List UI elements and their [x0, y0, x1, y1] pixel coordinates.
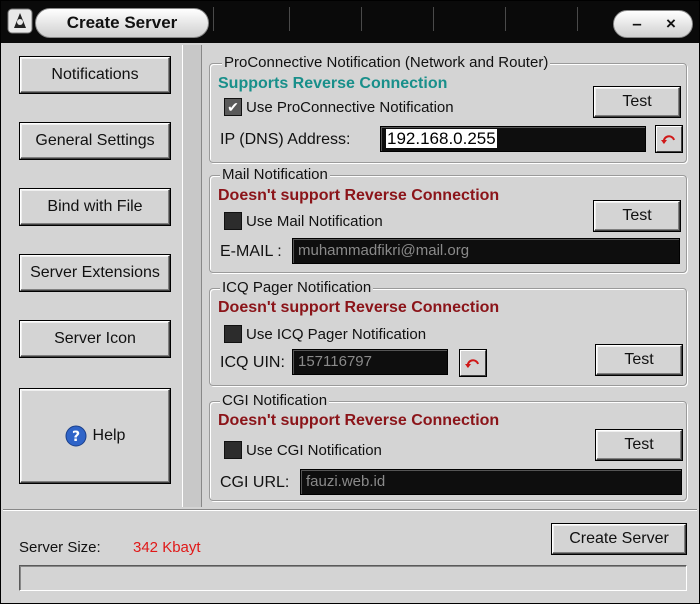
- titlebar-divider: [577, 7, 578, 31]
- icq-refresh-button[interactable]: [460, 350, 486, 376]
- titlebar-divider: [289, 7, 290, 31]
- window-title: Create Server: [35, 8, 209, 38]
- titlebar-divider: [361, 7, 362, 31]
- proconnective-test-button[interactable]: Test: [594, 87, 680, 117]
- help-label: Help: [92, 427, 126, 444]
- vertical-splitter[interactable]: [182, 45, 202, 507]
- mail-status: Doesn't support Reverse Connection: [218, 187, 500, 204]
- cgi-status: Doesn't support Reverse Connection: [218, 412, 500, 429]
- icq-checkbox-label: Use ICQ Pager Notification: [246, 325, 427, 343]
- icq-group: ICQ Pager Notification Doesn't support R…: [209, 279, 687, 386]
- cgi-url-label: CGI URL:: [220, 474, 290, 491]
- window-controls: – ×: [613, 10, 693, 38]
- cgi-title: CGI Notification: [220, 392, 330, 410]
- checkmark-icon[interactable]: ✔: [224, 98, 242, 116]
- icq-checkbox[interactable]: [224, 325, 242, 343]
- proconnective-checkbox-label: Use ProConnective Notification: [246, 98, 454, 116]
- icq-status: Doesn't support Reverse Connection: [218, 299, 500, 316]
- icq-title: ICQ Pager Notification: [220, 279, 374, 297]
- email-input[interactable]: muhammadfikri@mail.org: [292, 238, 680, 264]
- cgi-group: CGI Notification Doesn't support Reverse…: [209, 392, 687, 501]
- refresh-arrow-icon: [661, 135, 675, 144]
- general-settings-button[interactable]: General Settings: [20, 123, 170, 159]
- ip-address-label: IP (DNS) Address:: [220, 131, 351, 148]
- icq-checkbox-row[interactable]: Use ICQ Pager Notification: [224, 324, 426, 344]
- mail-checkbox-label: Use Mail Notification: [246, 212, 383, 230]
- mail-title: Mail Notification: [220, 166, 330, 184]
- build-progress-bar: [19, 565, 687, 591]
- create-server-button[interactable]: Create Server: [552, 524, 686, 554]
- mail-checkbox-row[interactable]: Use Mail Notification: [224, 211, 383, 231]
- ip-refresh-button[interactable]: [656, 126, 682, 152]
- cgi-checkbox[interactable]: [224, 441, 242, 459]
- help-button[interactable]: ? Help: [20, 389, 170, 483]
- app-logo-icon[interactable]: [7, 8, 33, 34]
- server-size-value: 342 Kbayt: [133, 539, 201, 556]
- create-server-window: Create Server – × Notifications General …: [0, 0, 700, 604]
- minimize-button[interactable]: –: [620, 13, 654, 35]
- titlebar-divider: [433, 7, 434, 31]
- server-size-label: Server Size:: [19, 539, 101, 556]
- server-icon-button[interactable]: Server Icon: [20, 321, 170, 357]
- bind-with-file-button[interactable]: Bind with File: [20, 189, 170, 225]
- title-bar[interactable]: Create Server – ×: [1, 1, 699, 43]
- cgi-checkbox-row[interactable]: Use CGI Notification: [224, 440, 382, 460]
- email-label: E-MAIL :: [220, 243, 282, 260]
- titlebar-divider: [505, 7, 506, 31]
- proconnective-checkbox-row[interactable]: ✔ Use ProConnective Notification: [224, 97, 454, 117]
- proconnective-group: ProConnective Notification (Network and …: [209, 54, 687, 163]
- mail-checkbox[interactable]: [224, 212, 242, 230]
- cgi-test-button[interactable]: Test: [596, 430, 682, 460]
- proconnective-status: Supports Reverse Connection: [218, 75, 448, 92]
- titlebar-divider: [213, 7, 214, 31]
- help-question-icon: ?: [65, 425, 87, 447]
- footer-divider: [3, 509, 697, 511]
- cgi-url-input[interactable]: fauzi.web.id: [300, 469, 682, 495]
- mail-test-button[interactable]: Test: [594, 201, 680, 231]
- icq-test-button[interactable]: Test: [596, 345, 682, 375]
- icq-uin-label: ICQ UIN:: [220, 354, 285, 371]
- notifications-button[interactable]: Notifications: [20, 57, 170, 93]
- server-extensions-button[interactable]: Server Extensions: [20, 255, 170, 291]
- mail-group: Mail Notification Doesn't support Revers…: [209, 166, 687, 273]
- refresh-arrow-icon: [465, 359, 479, 368]
- cgi-checkbox-label: Use CGI Notification: [246, 441, 382, 459]
- ip-address-value: 192.168.0.255: [386, 129, 497, 148]
- close-button[interactable]: ×: [654, 13, 688, 35]
- proconnective-title: ProConnective Notification (Network and …: [222, 54, 551, 72]
- svg-text:?: ?: [71, 429, 79, 445]
- icq-uin-input[interactable]: 157116797: [292, 349, 448, 375]
- ip-address-input[interactable]: 192.168.0.255: [380, 126, 646, 152]
